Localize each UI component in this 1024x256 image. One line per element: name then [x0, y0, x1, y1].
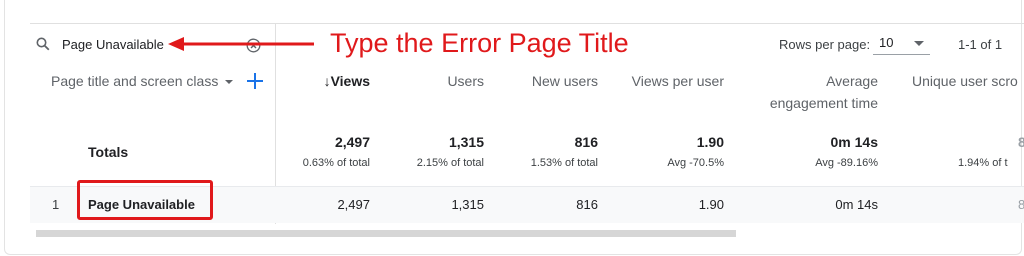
row-engagement-time: 0m 14s	[835, 197, 878, 212]
total-views-per-user: 1.90	[696, 134, 724, 150]
search-input[interactable]: Page Unavailable	[62, 37, 164, 52]
dimension-dropdown-icon[interactable]	[225, 80, 233, 84]
row-index: 1	[52, 197, 60, 212]
total-new-users: 816	[574, 134, 598, 150]
row-unique-scrolls: 8	[1018, 197, 1024, 212]
row-users: 1,315	[451, 197, 484, 212]
total-views-share: 0.63% of total	[302, 157, 370, 169]
column-header-new-users[interactable]: New users	[532, 73, 598, 89]
total-unique-scrolls: 8	[1018, 134, 1024, 150]
rows-per-page-label: Rows per page:	[779, 37, 871, 52]
total-engagement-time: 0m 14s	[830, 134, 878, 150]
total-engagement-avg: Avg -89.16%	[815, 157, 878, 169]
highlight-box	[77, 180, 213, 220]
add-dimension-icon[interactable]	[246, 72, 264, 90]
horizontal-scrollbar[interactable]	[36, 230, 736, 237]
column-header-views-per-user[interactable]: Views per user	[632, 73, 724, 89]
column-header-unique-scrolls[interactable]: Unique user scro	[912, 73, 1024, 89]
header-divider	[30, 23, 1024, 24]
search-icon	[36, 37, 50, 51]
total-new-users-share: 1.53% of total	[530, 157, 598, 169]
total-unique-scrolls-share: 1.94% of t	[958, 157, 1008, 169]
total-users-share: 2.15% of total	[416, 157, 484, 169]
row-views-per-user: 1.90	[698, 197, 724, 212]
chevron-down-icon	[914, 41, 924, 46]
column-header-engagement-time[interactable]: engagement time	[770, 95, 878, 111]
pagination-range: 1-1 of 1	[958, 37, 1003, 52]
total-views: 2,497	[334, 134, 370, 150]
total-views-per-user-avg: Avg -70.5%	[667, 157, 724, 169]
row-views: 2,497	[337, 197, 370, 212]
annotation-arrow-icon	[168, 37, 314, 51]
dimension-header[interactable]: Page title and screen class	[51, 73, 218, 89]
rows-per-page-select[interactable]: 10	[873, 32, 930, 55]
row-new-users: 816	[576, 197, 598, 212]
total-users: 1,315	[448, 134, 484, 150]
column-header-average-engagement[interactable]: Average	[826, 73, 878, 89]
annotation-text: Type the Error Page Title	[330, 28, 629, 58]
rows-per-page-value: 10	[879, 35, 894, 50]
column-header-users[interactable]: Users	[447, 73, 484, 89]
column-header-views[interactable]: ↓Views	[324, 73, 370, 89]
totals-label: Totals	[88, 144, 129, 160]
